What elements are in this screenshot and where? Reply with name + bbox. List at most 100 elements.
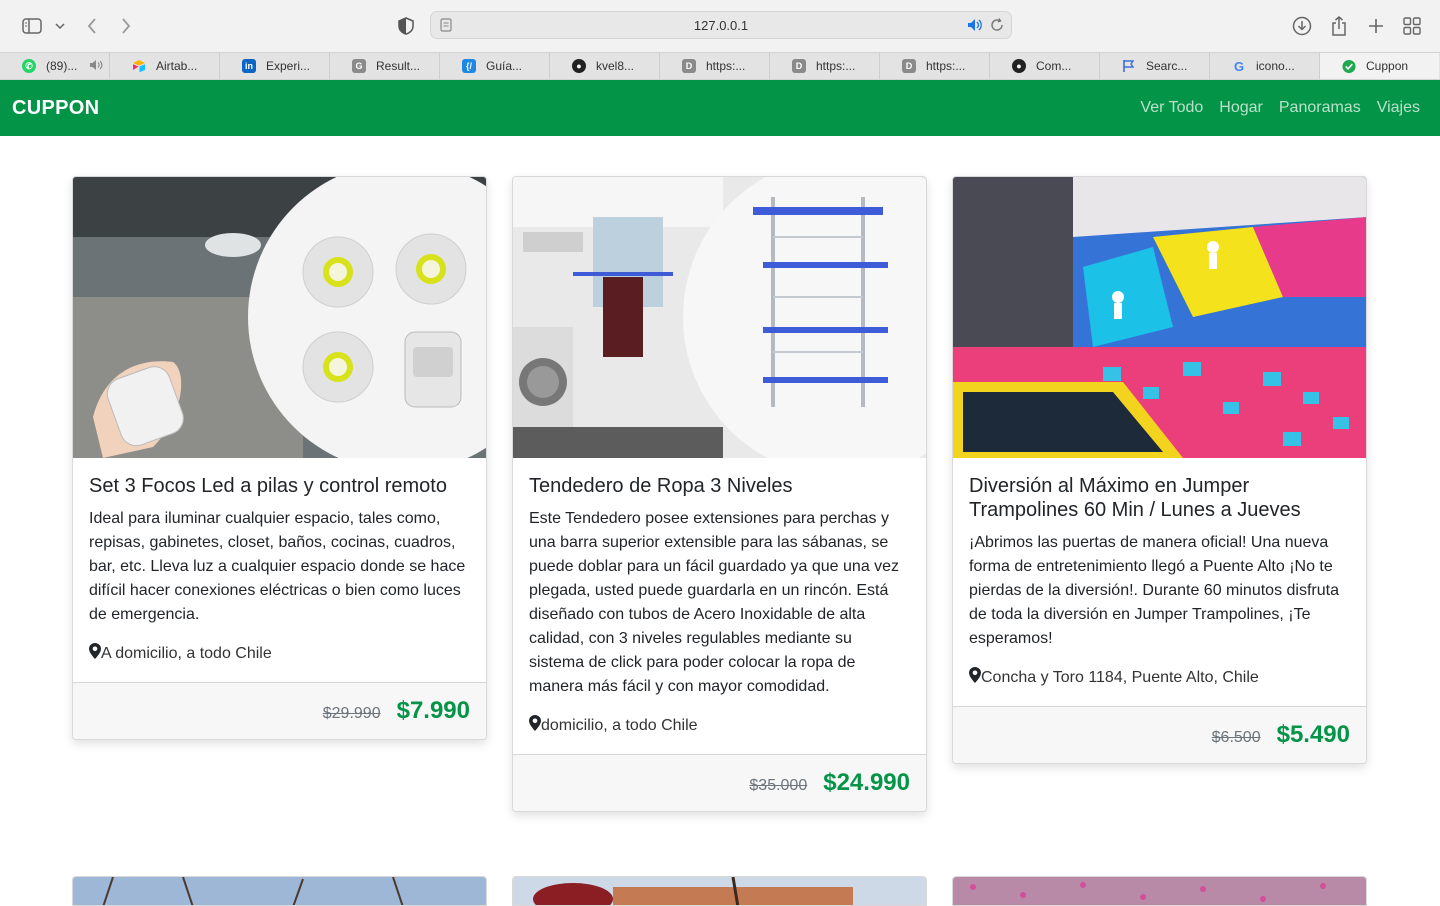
- map-marker-icon: [969, 667, 981, 688]
- old-price: $29.990: [322, 705, 381, 722]
- product-card[interactable]: Set 3 Focos Led a pilas y control remoto…: [72, 176, 487, 740]
- sidebar-toggle-icon[interactable]: [20, 14, 44, 38]
- tab-results[interactable]: G Result...: [330, 53, 440, 79]
- address-bar[interactable]: 127.0.0.1: [430, 11, 1012, 39]
- tab-label: https:...: [926, 59, 966, 73]
- tab-label: Result...: [376, 59, 421, 73]
- map-marker-icon: [529, 715, 541, 736]
- nav-links: Ver Todo Hogar Panoramas Viajes: [1140, 99, 1420, 117]
- tab-guia[interactable]: {/ Guía...: [440, 53, 550, 79]
- github-icon: ●: [1012, 59, 1026, 73]
- card-body: Set 3 Focos Led a pilas y control remoto…: [73, 458, 486, 682]
- tab-airtable[interactable]: Airtab...: [110, 53, 220, 79]
- new-price: $7.990: [396, 697, 470, 724]
- tab-linkedin[interactable]: in Experi...: [220, 53, 330, 79]
- url-text: 127.0.0.1: [693, 17, 749, 33]
- tab-bar: ✆ (89)... Airtab... in Experi... G Resul…: [0, 52, 1440, 80]
- tab-https-3[interactable]: D https:...: [880, 53, 990, 79]
- nav-link-hogar[interactable]: Hogar: [1219, 99, 1263, 117]
- card-footer: $29.990 $7.990: [73, 682, 486, 739]
- tab-icono[interactable]: G icono...: [1210, 53, 1320, 79]
- airtable-icon: [132, 59, 146, 73]
- new-price: $5.490: [1276, 721, 1350, 748]
- card-location: domicilio, a todo Chile: [529, 715, 910, 736]
- new-tab-icon[interactable]: [1364, 14, 1388, 38]
- card-title[interactable]: Diversión al Máximo en Jumper Trampoline…: [969, 474, 1350, 522]
- brand-logo[interactable]: CUPPON: [12, 97, 99, 120]
- product-card[interactable]: Diversión al Máximo en Jumper Trampoline…: [952, 176, 1367, 764]
- card-body: Diversión al Máximo en Jumper Trampoline…: [953, 458, 1366, 706]
- card-description: Este Tendedero posee extensiones para pe…: [529, 510, 900, 695]
- card-location: Concha y Toro 1184, Puente Alto, Chile: [969, 667, 1350, 688]
- nav-link-viajes[interactable]: Viajes: [1377, 99, 1420, 117]
- product-grid-row-2: [72, 876, 1368, 906]
- card-description: ¡Abrimos las puertas de manera oficial! …: [969, 534, 1339, 647]
- chevron-down-icon[interactable]: [48, 14, 72, 38]
- site-navbar: CUPPON Ver Todo Hogar Panoramas Viajes: [0, 80, 1440, 136]
- tab-https-1[interactable]: D https:...: [660, 53, 770, 79]
- tab-cuppon[interactable]: Cuppon: [1320, 53, 1439, 79]
- tab-whatsapp[interactable]: ✆ (89)...: [0, 53, 110, 79]
- old-price: $6.500: [1211, 729, 1261, 746]
- tab-label: https:...: [706, 59, 746, 73]
- d-icon: D: [682, 59, 696, 73]
- card-description: Ideal para iluminar cualquier espacio, t…: [89, 510, 466, 623]
- linkedin-icon: in: [242, 59, 256, 73]
- nav-link-panoramas[interactable]: Panoramas: [1279, 99, 1361, 117]
- map-marker-icon: [89, 643, 101, 664]
- shield-icon[interactable]: [394, 14, 418, 38]
- tab-label: icono...: [1256, 59, 1295, 73]
- tab-label: Searc...: [1146, 59, 1188, 73]
- reload-icon[interactable]: [990, 18, 1004, 35]
- new-price: $24.990: [823, 769, 910, 796]
- d-icon: D: [902, 59, 916, 73]
- product-card[interactable]: Tendedero de Ropa 3 Niveles Este Tendede…: [512, 176, 927, 812]
- old-price: $35.000: [749, 777, 808, 794]
- tab-search[interactable]: Searc...: [1100, 53, 1210, 79]
- tab-https-2[interactable]: D https:...: [770, 53, 880, 79]
- tab-overview-icon[interactable]: [1400, 14, 1424, 38]
- page-icon: [440, 18, 452, 35]
- tab-label: kvel8...: [596, 59, 635, 73]
- card-body: Tendedero de Ropa 3 Niveles Este Tendede…: [513, 458, 926, 754]
- card-title[interactable]: Set 3 Focos Led a pilas y control remoto: [89, 474, 470, 498]
- share-icon[interactable]: [1327, 14, 1351, 38]
- location-text: domicilio, a todo Chile: [541, 716, 698, 734]
- browser-toolbar: 127.0.0.1: [0, 0, 1440, 52]
- product-grid: Set 3 Focos Led a pilas y control remoto…: [72, 176, 1368, 812]
- card-title[interactable]: Tendedero de Ropa 3 Niveles: [529, 474, 910, 498]
- tab-label: Experi...: [266, 59, 311, 73]
- google-icon: G: [1233, 58, 1245, 74]
- nav-link-ver-todo[interactable]: Ver Todo: [1140, 99, 1203, 117]
- download-icon[interactable]: [1290, 14, 1314, 38]
- tab-label: (89)...: [46, 59, 78, 73]
- tab-label: Com...: [1036, 59, 1072, 73]
- card-footer: $6.500 $5.490: [953, 706, 1366, 763]
- product-image-park[interactable]: [72, 876, 487, 906]
- product-image-hotel[interactable]: [512, 876, 927, 906]
- tab-label: https:...: [816, 59, 856, 73]
- tab-github-kvel[interactable]: ● kvel8...: [550, 53, 660, 79]
- product-image-led-lights[interactable]: [73, 177, 486, 458]
- tab-github-com[interactable]: ● Com...: [990, 53, 1100, 79]
- d-icon: D: [792, 59, 806, 73]
- g-icon: G: [352, 59, 366, 73]
- product-image-clothes-rack[interactable]: [513, 177, 926, 458]
- back-icon[interactable]: [80, 14, 104, 38]
- forward-icon[interactable]: [114, 14, 138, 38]
- location-text: A domicilio, a todo Chile: [101, 644, 272, 662]
- tab-label: Cuppon: [1366, 59, 1409, 73]
- tab-label: Airtab...: [156, 59, 198, 73]
- card-footer: $35.000 $24.990: [513, 754, 926, 811]
- code-icon: {/: [462, 59, 476, 73]
- location-text: Concha y Toro 1184, Puente Alto, Chile: [981, 668, 1259, 686]
- whatsapp-icon: ✆: [22, 59, 36, 73]
- flag-icon: [1122, 59, 1136, 73]
- tab-label: Guía...: [486, 59, 523, 73]
- speaker-icon[interactable]: [967, 18, 983, 35]
- github-icon: ●: [572, 59, 586, 73]
- cuppon-icon: [1342, 59, 1356, 73]
- speaker-icon[interactable]: [89, 59, 103, 74]
- product-image-flower-field[interactable]: [952, 876, 1367, 906]
- product-image-trampoline-park[interactable]: [953, 177, 1366, 458]
